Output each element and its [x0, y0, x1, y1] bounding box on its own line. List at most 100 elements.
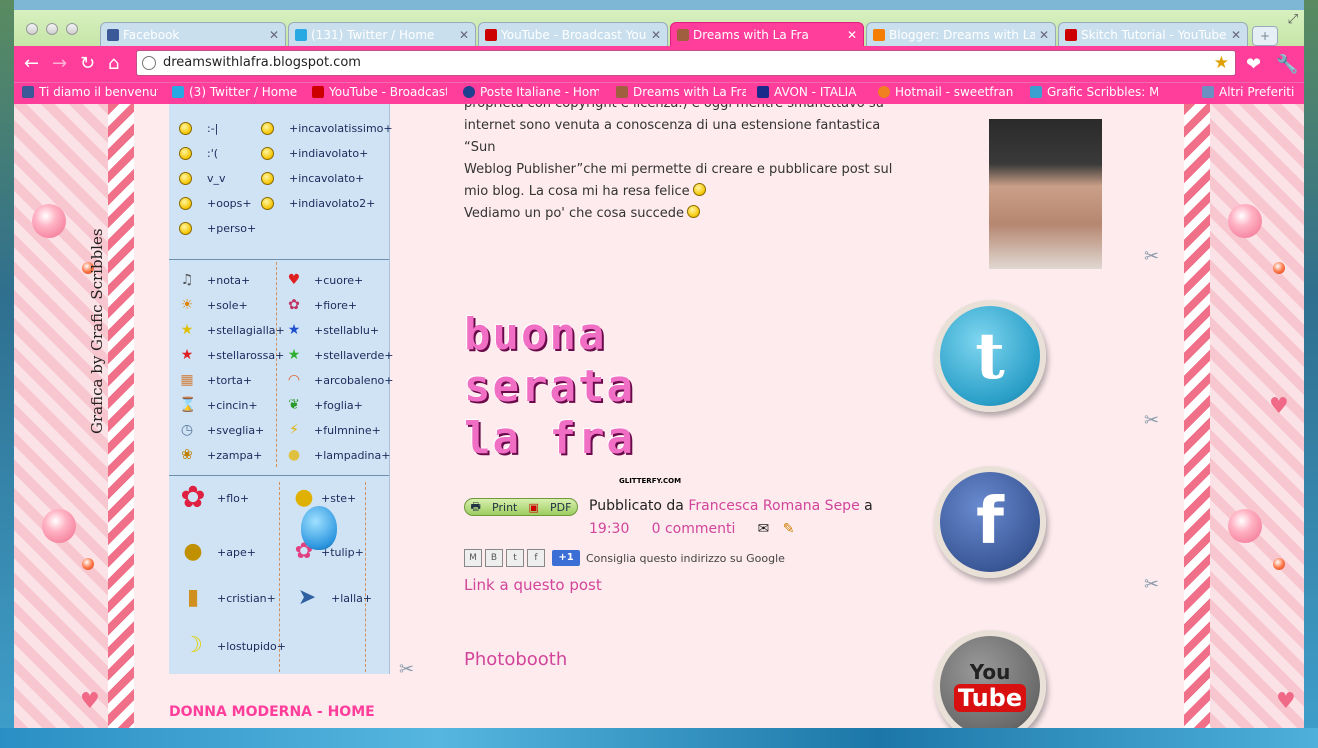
comments-link[interactable]: 0 commenti [652, 521, 736, 537]
wrench-icon[interactable]: 🔧 [1276, 54, 1298, 75]
author-link[interactable]: Francesca Romana Sepe [688, 498, 859, 514]
page-viewport[interactable]: ♥ ♥ ♥ Grafica by Grafic Scribbles :-| :'… [14, 104, 1304, 728]
facebook-share-icon[interactable]: f [527, 549, 545, 567]
bookmark-item[interactable]: Grafic Scribbles: My [1030, 85, 1158, 99]
home-icon[interactable]: ⌂ [108, 55, 119, 73]
bookmark-item[interactable]: YouTube - Broadcast [312, 85, 447, 99]
google-plus-one-button[interactable]: +1 [552, 550, 580, 566]
tab-facebook[interactable]: Facebook ✕ [100, 22, 286, 46]
blue-star-icon: ★ [287, 322, 301, 338]
edit-gadget-icon[interactable]: ✂ [1144, 574, 1159, 595]
edit-pencil-icon[interactable]: ✎ [783, 521, 795, 537]
bookmark-star-icon[interactable]: ★ [1214, 53, 1229, 73]
close-tab-icon[interactable]: ✕ [459, 28, 469, 42]
donna-moderna-link[interactable]: DONNA MODERNA - HOME [169, 704, 375, 720]
tab-title: Facebook [123, 27, 180, 42]
smiley-code: v_v [207, 172, 226, 185]
close-tab-icon[interactable]: ✕ [1039, 28, 1049, 42]
bee-icon: ● [183, 539, 203, 564]
post-time-link[interactable]: 19:30 [589, 521, 629, 537]
icon-item: ★ +stellagialla+ [179, 322, 285, 338]
divider [276, 262, 278, 467]
forward-icon[interactable]: → [52, 55, 67, 73]
heart-extension-icon[interactable]: ❤ [1246, 54, 1261, 75]
glitter-greeting-image: buona serata la fra GLITTERFY.COM [464, 309, 681, 489]
tab-dreams-with-la-fra[interactable]: Dreams with La Fra ✕ [670, 22, 864, 46]
facebook-badge[interactable]: f [934, 466, 1046, 578]
bookmark-label: Poste Italiane - Home [480, 85, 599, 99]
email-post-icon[interactable]: ✉ [758, 521, 770, 537]
bookmark-label: Altri Preferiti [1219, 85, 1295, 99]
cake-icon: ▦ [180, 372, 194, 388]
hotmail-icon [878, 86, 890, 98]
close-window-button[interactable] [26, 23, 38, 35]
smiley-icon [179, 147, 192, 160]
post-text-span: Vediamo un po' che cosa succede [464, 206, 685, 221]
zoom-window-button[interactable] [66, 23, 78, 35]
icon-item: ★ +stellaverde+ [286, 347, 394, 363]
youtube-badge[interactable]: You Tube [934, 630, 1046, 728]
youtube-icon [485, 28, 497, 41]
bookmark-label: Grafic Scribbles: My [1047, 85, 1158, 99]
close-tab-icon[interactable]: ✕ [1231, 28, 1241, 42]
bookmark-item[interactable]: AVON - ITALIA [757, 85, 867, 99]
smiley-code: +incavolato+ [289, 172, 365, 185]
browser-toolbar: ← → ↻ ⌂ dreamswithlafra.blogspot.com ★ ❤… [14, 46, 1304, 82]
back-icon[interactable]: ← [24, 55, 39, 73]
bookmark-item[interactable]: (3) Twitter / Home [172, 85, 302, 99]
bookmark-label: (3) Twitter / Home [189, 85, 298, 99]
twitter-icon [172, 86, 184, 98]
print-pdf-button[interactable]: 🖶 Print ▣ PDF [464, 498, 578, 516]
icon-item: ★ +stellarossa+ [179, 347, 285, 363]
edit-gadget-icon[interactable]: ✂ [1144, 410, 1159, 431]
smiley-icon [179, 172, 192, 185]
new-tab-button[interactable]: + [1252, 26, 1278, 46]
post-meta-line: 19:30 0 commenti ✉ ✎ [589, 521, 794, 537]
smiley-item: +indiavolato+ [261, 147, 368, 160]
banana-icon: ☽ [183, 633, 203, 658]
blogthis-share-icon[interactable]: B [485, 549, 503, 567]
other-bookmarks-folder[interactable]: Altri Preferiti [1202, 85, 1302, 99]
icon-code: +stellarossa+ [207, 348, 285, 362]
icon-code: +zampa+ [207, 448, 263, 462]
twitter-share-icon[interactable]: t [506, 549, 524, 567]
icon-code: +cuore+ [314, 273, 364, 287]
smiley-icon [179, 122, 192, 135]
animated-item: ✿ +flo+ [173, 483, 249, 513]
address-bar[interactable]: dreamswithlafra.blogspot.com ★ [136, 50, 1236, 76]
icon-item: ☀ +sole+ [179, 297, 248, 313]
bookmark-item[interactable]: Dreams with La Fra [616, 85, 746, 99]
link-to-post[interactable]: Link a questo post [464, 576, 602, 594]
twitter-badge[interactable]: t [934, 300, 1046, 412]
tab-blogger[interactable]: Blogger: Dreams with La Fra ✕ [866, 22, 1056, 46]
leaf-icon: ❦ [288, 397, 300, 413]
icon-code: +cincin+ [207, 398, 258, 412]
toast-glasses-icon: ⌛ [179, 397, 197, 413]
close-tab-icon[interactable]: ✕ [847, 28, 857, 42]
smiley-code: +perso+ [207, 222, 257, 235]
minimize-window-button[interactable] [46, 23, 58, 35]
bookmark-item[interactable]: Hotmail - sweetfrancy [878, 85, 1014, 99]
dot-decoration [82, 558, 94, 570]
email-share-icon[interactable]: M [464, 549, 482, 567]
tab-youtube[interactable]: YouTube - Broadcast Yours ✕ [478, 22, 668, 46]
close-tab-icon[interactable]: ✕ [269, 28, 279, 42]
close-tab-icon[interactable]: ✕ [651, 28, 661, 42]
divider [365, 482, 367, 672]
tab-twitter[interactable]: (131) Twitter / Home ✕ [288, 22, 476, 46]
bookmark-item[interactable]: Poste Italiane - Home [463, 85, 599, 99]
edit-gadget-icon[interactable]: ✂ [1144, 246, 1159, 267]
next-post-title[interactable]: Photobooth [464, 649, 567, 670]
bookmark-item[interactable]: Ti diamo il benvenuto [22, 85, 158, 99]
smiley-icon [261, 172, 274, 185]
animated-item: ● +ape+ [173, 539, 256, 564]
smiley-code: +indiavolato2+ [289, 197, 376, 210]
print-label: Print [492, 500, 518, 514]
fullscreen-icon[interactable]: ⤢ [1288, 12, 1298, 27]
tab-skitch-tutorial[interactable]: Skitch Tutorial - YouTube ✕ [1058, 22, 1248, 46]
pencil-icon [1030, 86, 1042, 98]
desktop-background-bottom [0, 728, 1318, 748]
smiley-item: +incavolato+ [261, 172, 364, 185]
edit-gadget-icon[interactable]: ✂ [399, 659, 414, 680]
reload-icon[interactable]: ↻ [80, 55, 95, 73]
